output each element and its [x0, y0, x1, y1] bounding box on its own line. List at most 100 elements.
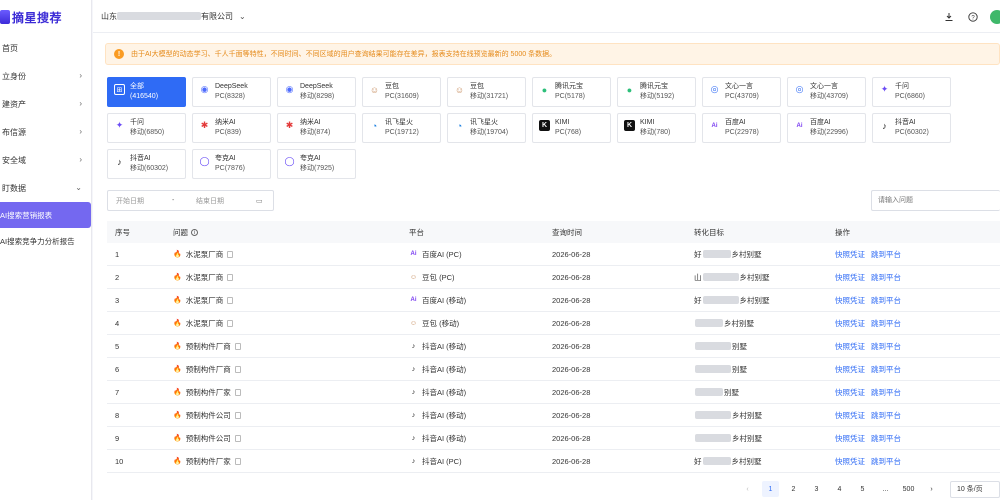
platform-card[interactable]: Ai 百度AI PC(22978): [702, 113, 781, 143]
sidebar-item[interactable]: 安全域 ›: [0, 146, 91, 174]
platform-card[interactable]: ◎ 文心一言 PC(43709): [702, 77, 781, 107]
jump-platform-link[interactable]: 跳到平台: [871, 295, 901, 306]
sidebar-item[interactable]: 立身份 ›: [0, 62, 91, 90]
snapshot-link[interactable]: 快照凭证: [835, 433, 865, 444]
question-text: 水泥泵厂商: [185, 295, 224, 305]
platform-name: KIMI: [555, 119, 570, 126]
platform-card[interactable]: ✦ 千问 移动(6850): [107, 113, 186, 143]
snapshot-link[interactable]: 快照凭证: [835, 387, 865, 398]
download-icon[interactable]: [942, 10, 956, 24]
copy-icon[interactable]: [227, 296, 234, 304]
sidebar-item[interactable]: 布信源 ›: [0, 118, 91, 146]
cell-time: 2026-06-28: [552, 272, 591, 282]
snapshot-link[interactable]: 快照凭证: [835, 272, 865, 283]
platform-name: 夸克AI: [300, 155, 321, 162]
platform-card-text: 豆包 移动(31721): [470, 82, 508, 102]
platform-card[interactable]: ✱ 纳米AI PC(839): [192, 113, 271, 143]
end-date-field[interactable]: 结束日期: [196, 196, 256, 206]
jump-platform-link[interactable]: 跳到平台: [871, 364, 901, 375]
copy-icon[interactable]: [234, 365, 241, 373]
header-question: 问题 i: [173, 227, 409, 238]
table-header: 序号 问题 i 平台 查询时间 转化目标 操作: [107, 221, 1000, 243]
jump-platform-link[interactable]: 跳到平台: [871, 249, 901, 260]
target-prefix: 好: [694, 249, 702, 259]
jump-platform-link[interactable]: 跳到平台: [871, 387, 901, 398]
start-date-field[interactable]: 开始日期: [116, 196, 172, 206]
sidebar-item[interactable]: 建资产 ›: [0, 90, 91, 118]
platform-card[interactable]: ⊞ 全部 (416540): [107, 77, 186, 107]
jump-platform-link[interactable]: 跳到平台: [871, 433, 901, 444]
page-size-select[interactable]: 10 条/页: [950, 480, 1000, 498]
logo[interactable]: 摘星搜荐: [0, 0, 91, 34]
platform-card[interactable]: ☺ 豆包 PC(31609): [362, 77, 441, 107]
jump-platform-link[interactable]: 跳到平台: [871, 456, 901, 467]
page-button[interactable]: 3: [808, 481, 825, 497]
platform-card[interactable]: Ai 百度AI 移动(22996): [787, 113, 866, 143]
cell-question: 🔥 预制构件厂商: [173, 364, 409, 375]
copy-icon[interactable]: [227, 319, 234, 327]
copy-icon[interactable]: [234, 342, 241, 350]
page-button[interactable]: 5: [854, 481, 871, 497]
platform-card[interactable]: ◎ 文心一言 移动(43709): [787, 77, 866, 107]
platform-card[interactable]: ✱ 纳米AI 移动(874): [277, 113, 356, 143]
platform-card[interactable]: ◯ 夸克AI 移动(7925): [277, 149, 356, 179]
platform-card[interactable]: ◯ 夸克AI PC(7876): [192, 149, 271, 179]
copy-icon[interactable]: [234, 411, 241, 419]
copy-icon[interactable]: [234, 388, 241, 396]
company-selector[interactable]: 山东 有限公司 ⌄: [101, 11, 246, 22]
platform-card[interactable]: K KIMI 移动(780): [617, 113, 696, 143]
snapshot-link[interactable]: 快照凭证: [835, 295, 865, 306]
app-root: 摘星搜荐 首页 立身份 › 建资产 › 布信源 › 安全域 › 盯数据 ⌄ AI搜索营销报表 AI搜索…: [0, 0, 1000, 500]
sidebar-item[interactable]: 首页: [0, 34, 91, 62]
calendar-icon: ▭: [256, 197, 263, 205]
info-icon[interactable]: i: [191, 228, 198, 236]
copy-icon[interactable]: [234, 434, 241, 442]
copy-icon[interactable]: [227, 250, 234, 258]
jump-platform-link[interactable]: 跳到平台: [871, 272, 901, 283]
date-range-picker[interactable]: 开始日期 - 结束日期 ▭: [107, 190, 274, 211]
snapshot-link[interactable]: 快照凭证: [835, 364, 865, 375]
snapshot-link[interactable]: 快照凭证: [835, 410, 865, 421]
sidebar-item[interactable]: 盯数据 ⌄: [0, 174, 91, 202]
help-icon[interactable]: ?: [966, 10, 980, 24]
platform-card[interactable]: K KIMI PC(768): [532, 113, 611, 143]
platform-card[interactable]: ● 腾讯元宝 移动(5192): [617, 77, 696, 107]
copy-icon[interactable]: [227, 273, 234, 281]
jump-platform-link[interactable]: 跳到平台: [871, 318, 901, 329]
page-button[interactable]: 1: [762, 481, 779, 497]
platform-card-text: KIMI 移动(780): [640, 118, 670, 138]
platform-card[interactable]: ◉ DeepSeek 移动(8298): [277, 77, 356, 107]
snapshot-link[interactable]: 快照凭证: [835, 249, 865, 260]
copy-icon[interactable]: [234, 457, 241, 465]
platform-card[interactable]: ♪ 抖音AI 移动(60302): [107, 149, 186, 179]
platform-card[interactable]: ♪ 抖音AI PC(60302): [872, 113, 951, 143]
page-button[interactable]: 500: [900, 481, 917, 497]
platform-card-text: 豆包 PC(31609): [385, 82, 419, 102]
prev-page-button[interactable]: ‹: [739, 481, 756, 497]
cell-target: 好 乡村别墅: [694, 249, 835, 260]
platform-card-text: 夸克AI 移动(7925): [300, 154, 334, 174]
platform-card[interactable]: ◔ 讯飞星火 PC(19712): [362, 113, 441, 143]
platform-text: 抖音AI (移动): [422, 387, 467, 397]
jump-platform-link[interactable]: 跳到平台: [871, 341, 901, 352]
page-button[interactable]: 4: [831, 481, 848, 497]
sidebar-subitem[interactable]: AI搜索营销报表: [0, 202, 91, 228]
platform-card[interactable]: ✦ 千问 PC(6860): [872, 77, 951, 107]
platform-card[interactable]: ☺ 豆包 移动(31721): [447, 77, 526, 107]
next-page-button[interactable]: ›: [923, 481, 940, 497]
deepseek-icon: ◉: [200, 84, 209, 94]
snapshot-link[interactable]: 快照凭证: [835, 318, 865, 329]
sidebar-subitem[interactable]: AI搜索竞争力分析报告: [0, 228, 91, 254]
cell-question: 🔥 预制构件公司: [173, 410, 409, 421]
search-input[interactable]: [871, 190, 1000, 211]
snapshot-link[interactable]: 快照凭证: [835, 341, 865, 352]
platform-card[interactable]: ◔ 讯飞星火 移动(19704): [447, 113, 526, 143]
jump-platform-link[interactable]: 跳到平台: [871, 410, 901, 421]
avatar[interactable]: [990, 9, 1000, 24]
snapshot-link[interactable]: 快照凭证: [835, 456, 865, 467]
page-button[interactable]: 2: [785, 481, 802, 497]
platform-card[interactable]: ◉ DeepSeek PC(8328): [192, 77, 271, 107]
platform-card[interactable]: ● 腾讯元宝 PC(5178): [532, 77, 611, 107]
table-row: 3 🔥 水泥泵厂商 Ai 百度AI (移动) 2026-06-28 好乡村别墅 快照凭证 跳到平…: [107, 289, 1000, 312]
table-row: 8 🔥 预制构件公司 ♪ 抖音AI (移动) 2026-06-28 乡村别墅 快照凭证 跳到平台: [107, 404, 1000, 427]
